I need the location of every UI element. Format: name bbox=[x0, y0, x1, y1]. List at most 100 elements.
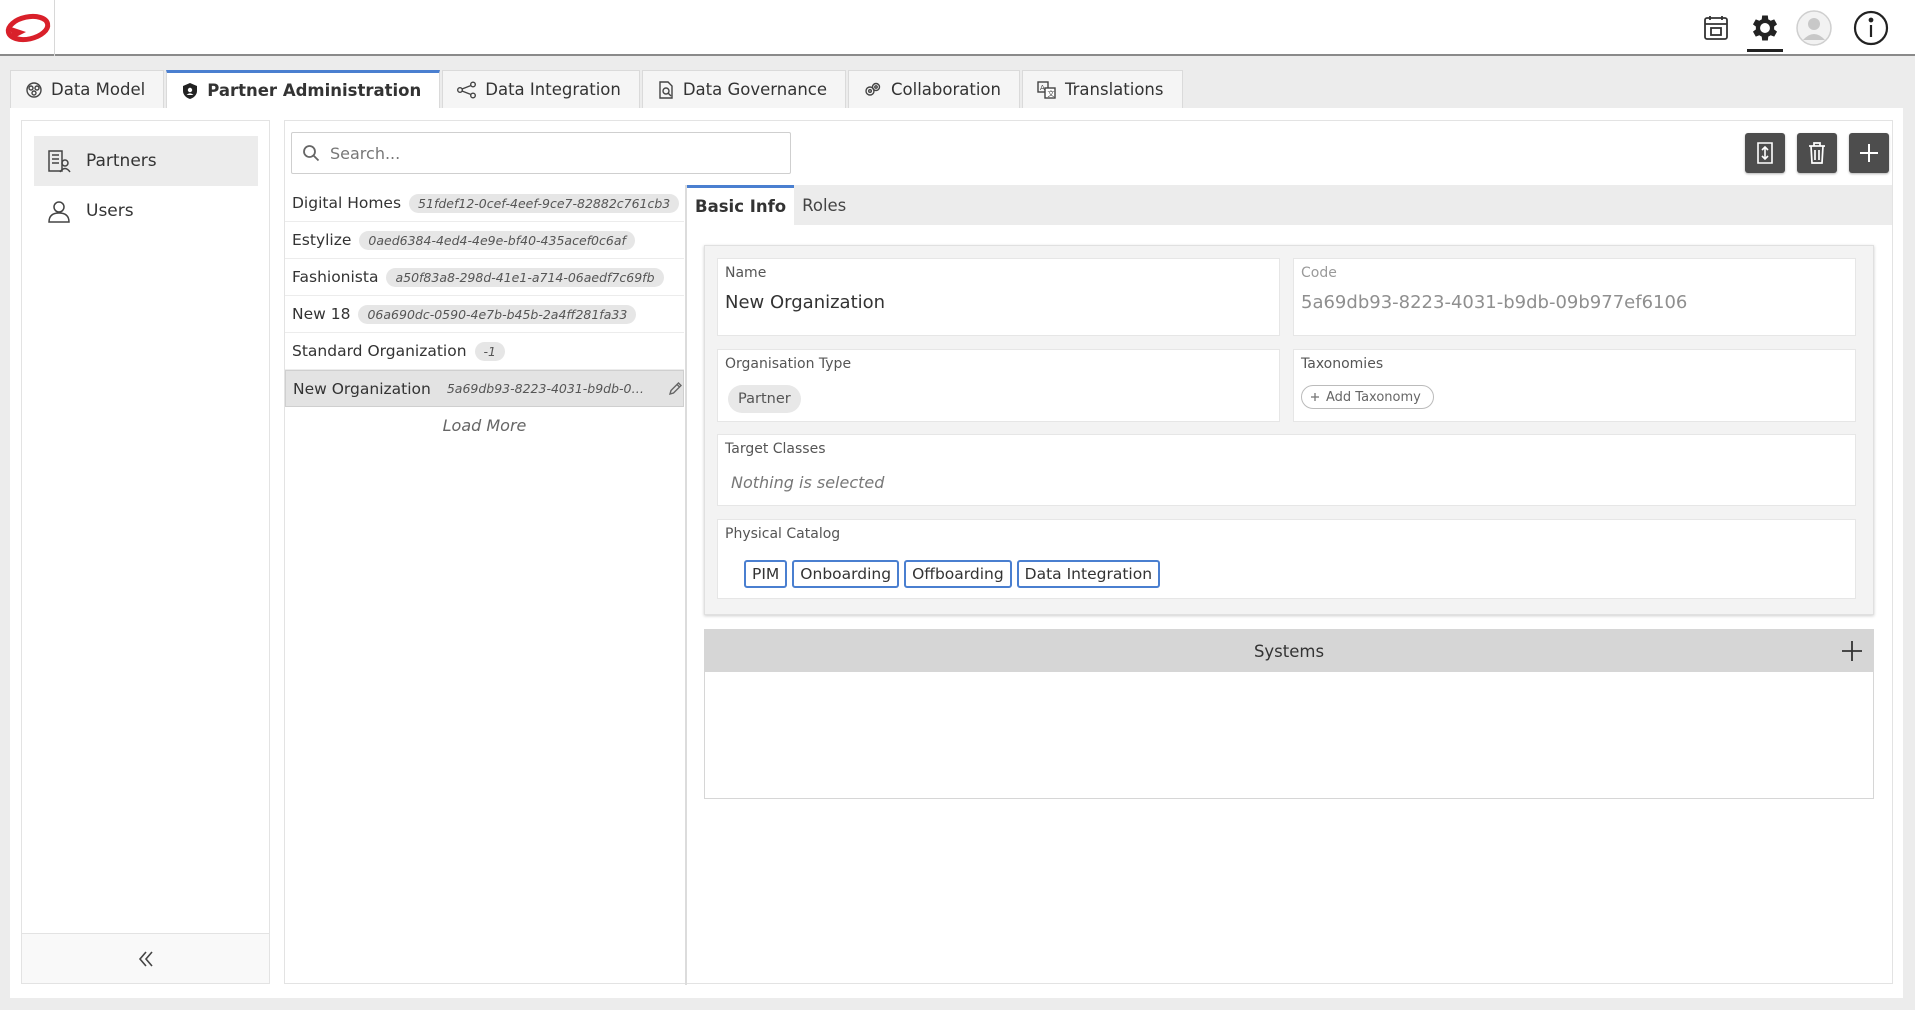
plus-icon bbox=[1842, 641, 1862, 661]
organisation-type-chip: Partner bbox=[728, 385, 801, 413]
search-input[interactable] bbox=[330, 143, 760, 163]
nav-item-label: Partners bbox=[86, 151, 157, 171]
tab-partner-administration[interactable]: Partner Administration bbox=[166, 70, 441, 108]
integration-icon bbox=[457, 81, 477, 98]
target-classes-placeholder: Nothing is selected bbox=[731, 473, 885, 492]
data-model-icon bbox=[26, 81, 42, 98]
add-taxonomy-button[interactable]: Add Taxonomy bbox=[1301, 385, 1434, 409]
nav-item-users[interactable]: Users bbox=[34, 186, 258, 236]
tab-data-integration[interactable]: Data Integration bbox=[442, 70, 640, 108]
tab-roles[interactable]: Roles bbox=[794, 185, 854, 225]
code-value: 5a69db93-8223-4031-b9db-09b977ef6106 bbox=[1301, 292, 1688, 313]
main-tabs: Data Model Partner Administration Data I… bbox=[10, 70, 1185, 108]
taxonomies-field: Taxonomies Add Taxonomy bbox=[1293, 349, 1856, 422]
search-icon bbox=[303, 145, 320, 162]
add-partner-button[interactable] bbox=[1849, 133, 1889, 173]
footer-band bbox=[0, 998, 1915, 1010]
partner-detail: Basic Info Roles Name New Organization C… bbox=[687, 185, 1892, 983]
list-item[interactable]: Estylize 0aed6384-4ed4-4e9e-bf40-435acef… bbox=[285, 222, 684, 259]
tab-label: Partner Administration bbox=[207, 81, 422, 100]
partner-name: Fashionista bbox=[292, 268, 379, 286]
top-header bbox=[0, 0, 1915, 56]
tab-translations[interactable]: A 文 Translations bbox=[1021, 70, 1183, 108]
calendar-icon[interactable] bbox=[1696, 8, 1736, 48]
tab-data-model[interactable]: Data Model bbox=[10, 70, 165, 108]
field-label: Target Classes bbox=[725, 441, 826, 457]
list-item-selected[interactable]: New Organization 5a69db93-8223-4031-b9db… bbox=[285, 370, 684, 407]
physical-catalog-field: Physical Catalog PIM Onboarding Offboard… bbox=[717, 519, 1856, 599]
sync-icon bbox=[1757, 142, 1773, 164]
partners-icon bbox=[48, 150, 71, 173]
partner-name: Digital Homes bbox=[292, 194, 402, 212]
info-icon[interactable] bbox=[1851, 8, 1891, 48]
catalog-tag-onboarding[interactable]: Onboarding bbox=[792, 560, 900, 588]
partner-list: Digital Homes 51fdef12-0cef-4eef-9ce7-82… bbox=[285, 185, 684, 443]
tab-data-governance[interactable]: Data Governance bbox=[641, 70, 847, 108]
collaboration-icon bbox=[865, 82, 881, 96]
nav-item-partners[interactable]: Partners bbox=[34, 136, 258, 186]
translations-icon: A 文 bbox=[1037, 80, 1056, 99]
svg-text:A: A bbox=[1040, 84, 1045, 92]
left-navigation: Partners Users bbox=[21, 120, 270, 984]
shield-icon bbox=[183, 82, 198, 99]
field-label: Code bbox=[1301, 265, 1337, 281]
tab-label: Data Model bbox=[51, 80, 146, 99]
svg-text:文: 文 bbox=[1047, 89, 1054, 98]
load-more-link[interactable]: Load More bbox=[285, 407, 684, 443]
field-label: Physical Catalog bbox=[725, 526, 841, 542]
list-item[interactable]: Digital Homes 51fdef12-0cef-4eef-9ce7-82… bbox=[285, 185, 684, 222]
double-chevron-left-icon bbox=[138, 950, 153, 967]
settings-icon[interactable] bbox=[1745, 8, 1785, 52]
user-icon bbox=[48, 201, 70, 223]
catalog-tag-offboarding[interactable]: Offboarding bbox=[904, 560, 1012, 588]
field-label: Taxonomies bbox=[1301, 356, 1384, 372]
tab-label: Data Integration bbox=[485, 80, 621, 99]
plus-icon bbox=[1311, 393, 1319, 401]
tab-basic-info[interactable]: Basic Info bbox=[687, 185, 795, 225]
field-label: Organisation Type bbox=[725, 356, 852, 372]
delete-button[interactable] bbox=[1797, 133, 1837, 173]
systems-header: Systems bbox=[705, 630, 1873, 672]
edit-pencil-icon[interactable] bbox=[667, 381, 683, 397]
plus-icon bbox=[1860, 144, 1878, 162]
partner-name: Estylize bbox=[292, 231, 352, 249]
tab-label: Translations bbox=[1064, 80, 1164, 99]
partner-name: New 18 bbox=[292, 305, 351, 323]
systems-section: Systems bbox=[704, 629, 1874, 799]
field-label: Name bbox=[725, 265, 767, 281]
partner-id-badge: 0aed6384-4ed4-4e9e-bf40-435acef0c6af bbox=[359, 230, 635, 250]
content-area: Partners Users Search... Digital Homes 5… bbox=[10, 108, 1903, 998]
partner-panel: Digital Homes 51fdef12-0cef-4eef-9ce7-82… bbox=[284, 120, 1893, 985]
organisation-type-field[interactable]: Organisation Type Partner bbox=[717, 349, 1280, 422]
partner-id-badge: 51fdef12-0cef-4eef-9ce7-82882c761cb3 bbox=[409, 193, 680, 213]
add-system-button[interactable] bbox=[1837, 636, 1867, 666]
header-divider bbox=[54, 0, 55, 56]
catalog-tag-pim[interactable]: PIM bbox=[744, 560, 788, 588]
governance-icon bbox=[659, 80, 673, 99]
tab-label: Collaboration bbox=[891, 80, 1001, 99]
collapse-sidebar-button[interactable] bbox=[22, 933, 269, 983]
partner-id-badge: 5a69db93-8223-4031-b9db-09b977ef... bbox=[446, 381, 659, 396]
systems-title: Systems bbox=[1253, 641, 1325, 661]
name-value: New Organization bbox=[725, 292, 886, 313]
list-item[interactable]: Standard Organization -1 bbox=[285, 333, 684, 370]
list-item[interactable]: New 18 06a690dc-0590-4e7b-b45b-2a4ff281f… bbox=[285, 296, 684, 333]
code-field: Code 5a69db93-8223-4031-b9db-09b977ef610… bbox=[1293, 258, 1856, 336]
partner-id-badge: 06a690dc-0590-4e7b-b45b-2a4ff281fa33 bbox=[358, 304, 637, 324]
tab-collaboration[interactable]: Collaboration bbox=[848, 70, 1020, 108]
target-classes-field[interactable]: Target Classes Nothing is selected bbox=[717, 434, 1856, 506]
catalog-tag-data-integration[interactable]: Data Integration bbox=[1016, 560, 1161, 588]
name-field[interactable]: Name New Organization bbox=[717, 258, 1280, 336]
add-taxonomy-label: Add Taxonomy bbox=[1326, 389, 1421, 405]
app-logo-icon[interactable] bbox=[4, 12, 52, 44]
partner-name: New Organization bbox=[293, 379, 431, 398]
partner-id-badge: -1 bbox=[474, 341, 506, 361]
sync-button[interactable] bbox=[1745, 133, 1785, 173]
user-avatar-icon[interactable] bbox=[1794, 8, 1834, 48]
detail-tabs: Basic Info Roles bbox=[687, 185, 1892, 225]
list-item[interactable]: Fashionista a50f83a8-298d-41e1-a714-06ae… bbox=[285, 259, 684, 296]
trash-icon bbox=[1809, 142, 1825, 164]
search-box bbox=[291, 132, 791, 174]
catalog-tags: PIM Onboarding Offboarding Data Integrat… bbox=[744, 560, 1161, 588]
tab-label: Data Governance bbox=[682, 80, 828, 99]
